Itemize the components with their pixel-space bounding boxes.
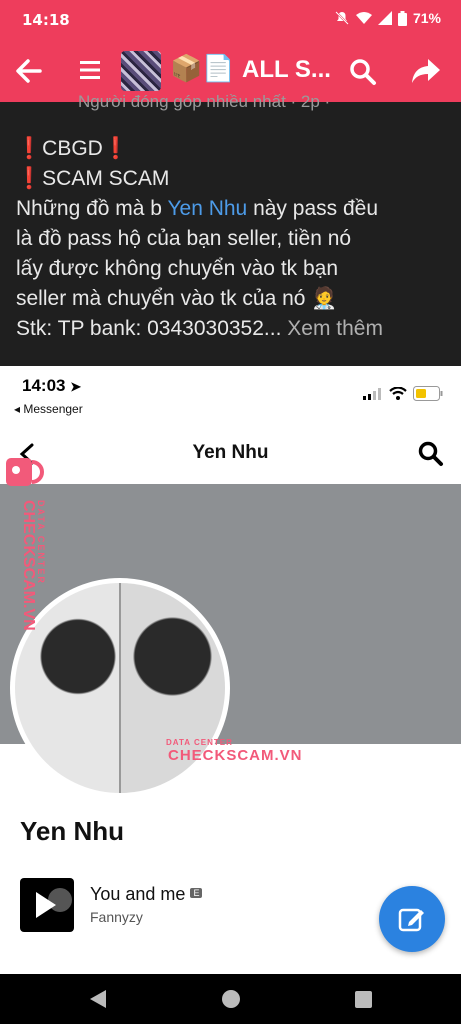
play-icon[interactable] — [20, 878, 74, 932]
post-author-meta: Người đóng góp nhiều nhất · 2p · — [78, 92, 331, 111]
post-line-6: seller mà chuyển vào tk của nó 🧑‍⚕️ — [16, 287, 338, 310]
see-more-link[interactable]: Xem thêm — [287, 317, 383, 340]
song-artist: Fannyzy — [90, 909, 143, 925]
status-icons: 71% — [334, 10, 441, 26]
system-nav-bar — [0, 974, 461, 1024]
post-line-7: Stk: TP bank: 0343030352... Xem thêm — [16, 317, 383, 340]
wifi-icon — [389, 387, 407, 400]
wifi-icon — [355, 12, 372, 24]
exclamation-icon: ❗ — [16, 137, 43, 160]
svg-text:DATA CENTER: DATA CENTER — [36, 500, 46, 585]
group-avatar[interactable] — [121, 51, 161, 91]
svg-text:CHECKSCAM.VN: CHECKSCAM.VN — [20, 500, 37, 631]
nav-recents-icon[interactable] — [354, 988, 374, 1010]
menu-icon[interactable] — [78, 57, 102, 83]
watermark-small-text: DATA CENTER — [166, 738, 233, 747]
mute-icon — [335, 11, 349, 25]
nav-home-icon[interactable] — [221, 988, 241, 1010]
search-icon[interactable] — [348, 57, 378, 87]
signal-icon — [377, 11, 392, 25]
screenshot-back-app: ◂ Messenger — [14, 402, 83, 416]
post-line-3: Những đồ mà b Yen Nhu này pass đều — [16, 197, 378, 220]
battery-icon — [413, 386, 443, 401]
nerd-face-emoji: 🧑‍⚕️ — [311, 287, 338, 310]
post-line-4: là đồ pass hộ của bạn seller, tiền nó — [16, 227, 352, 250]
profile-name: Yen Nhu — [20, 816, 125, 846]
status-bar: 14:18 71% — [0, 0, 461, 40]
embedded-screenshot[interactable]: 14:03 ➤ ◂ Messenger Yen Nhu CHECKSCAM.VN… — [0, 366, 461, 974]
profile-link[interactable]: Yen Nhu — [167, 197, 247, 220]
exclamation-icon: ❗ — [16, 167, 43, 190]
edit-icon — [398, 908, 424, 932]
exclamation-icon: ❗ — [102, 137, 129, 160]
back-arrow-icon[interactable] — [12, 54, 46, 88]
checkscam-watermark-horizontal: DATA CENTER CHECKSCAM.VN — [138, 738, 303, 764]
nav-back-icon[interactable] — [88, 988, 108, 1010]
status-time: 14:18 — [22, 11, 70, 29]
battery-icon — [397, 10, 407, 26]
post-text: ❗CBGD❗ ❗SCAM SCAM Những đồ mà b Yen Nhu … — [16, 134, 456, 344]
battery-level: 71% — [412, 10, 441, 26]
post-line-1: ❗CBGD❗ — [16, 137, 129, 160]
share-icon[interactable] — [410, 56, 442, 86]
post-line-5: lấy được không chuyển vào tk bạn — [16, 257, 339, 280]
watermark-big-text: CHECKSCAM.VN — [168, 747, 303, 764]
screenshot-time: 14:03 ➤ — [22, 376, 82, 395]
profile-header: Yen Nhu — [0, 426, 461, 484]
location-arrow-icon: ➤ — [70, 379, 82, 394]
post-line-2: ❗SCAM SCAM — [16, 167, 170, 190]
explicit-badge: E — [190, 888, 203, 898]
song-cover[interactable] — [20, 878, 74, 932]
header-name: Yen Nhu — [192, 442, 269, 463]
song-title[interactable]: You and me E — [90, 884, 203, 905]
group-title[interactable]: ALL S... — [242, 56, 331, 84]
post-body: Người đóng góp nhiều nhất · 2p · ❗CBGD❗ … — [0, 92, 461, 366]
checkscam-watermark-vertical: CHECKSCAM.VN DATA CENTER — [6, 458, 46, 631]
screenshot-status-icons — [363, 386, 443, 401]
signal-bars-icon — [363, 387, 381, 400]
compose-button[interactable] — [379, 886, 445, 952]
title-emoji: 📦📄 — [170, 54, 235, 84]
search-icon[interactable] — [417, 440, 445, 468]
